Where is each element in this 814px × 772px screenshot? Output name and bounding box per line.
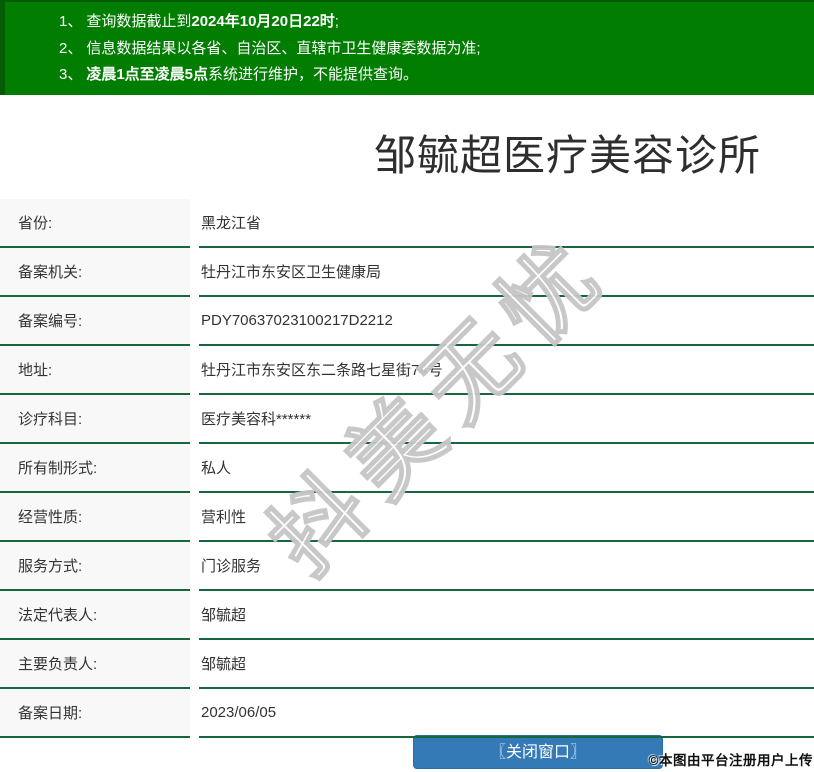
- field-label: 备案编号:: [0, 297, 190, 346]
- notice-text: 系统进行维护，不能提供查询。: [208, 66, 419, 83]
- table-row: 主要负责人: 邹毓超: [0, 640, 814, 689]
- field-label: 备案日期:: [0, 689, 190, 738]
- field-label: 地址:: [0, 346, 190, 395]
- field-label: 经营性质:: [0, 493, 190, 542]
- field-label: 主要负责人:: [0, 640, 190, 689]
- table-row: 法定代表人: 邹毓超: [0, 591, 814, 640]
- field-value: 牡丹江市东安区东二条路七星街74号: [199, 346, 814, 395]
- table-row: 所有制形式: 私人: [0, 444, 814, 493]
- notice-text: 查询数据截止到: [86, 13, 192, 30]
- field-label: 诊疗科目:: [0, 395, 190, 444]
- notice-number: 1、: [59, 13, 83, 30]
- record-table: 省份: 黑龙江省 备案机关: 牡丹江市东安区卫生健康局 备案编号: PDY706…: [0, 199, 814, 738]
- table-row: 服务方式: 门诊服务: [0, 542, 814, 591]
- field-label: 备案机关:: [0, 248, 190, 297]
- copyright-stamp: ©本图由平台注册用户上传: [648, 753, 813, 768]
- notice-text: ;: [334, 13, 339, 30]
- table-row: 备案编号: PDY70637023100217D2212: [0, 297, 814, 346]
- notice-text-bold: 凌晨1点至凌晨5点: [86, 66, 209, 83]
- notice-text: 信息数据结果以各省、自治区、直辖市卫生健康委数据为准;: [86, 39, 481, 57]
- field-value: 门诊服务: [199, 542, 814, 591]
- field-value: 私人: [199, 444, 814, 493]
- table-row: 诊疗科目: 医疗美容科******: [0, 395, 814, 444]
- notice-text-bold: 2024年10月20日22时: [191, 13, 335, 30]
- table-row: 地址: 牡丹江市东安区东二条路七星街74号: [0, 346, 814, 395]
- field-value: 邹毓超: [199, 640, 814, 689]
- notice-line: 2、 信息数据结果以各省、自治区、直辖市卫生健康委数据为准;: [59, 36, 804, 63]
- notice-number: 3、: [59, 66, 83, 83]
- table-row: 备案机关: 牡丹江市东安区卫生健康局: [0, 248, 814, 297]
- field-value: 医疗美容科******: [199, 395, 814, 444]
- notice-line: 3、 凌晨1点至凌晨5点系统进行维护，不能提供查询。: [59, 62, 804, 89]
- notice-line: 1、 查询数据截止到2024年10月20日22时;: [59, 9, 804, 36]
- field-value: 营利性: [199, 493, 814, 542]
- table-row: 省份: 黑龙江省: [0, 199, 814, 248]
- table-row: 备案日期: 2023/06/05: [0, 689, 814, 738]
- field-value: 邹毓超: [199, 591, 814, 640]
- field-label: 所有制形式:: [0, 444, 190, 493]
- field-label: 服务方式:: [0, 542, 190, 591]
- field-value: 黑龙江省: [199, 199, 814, 248]
- notice-number: 2、: [59, 39, 83, 57]
- field-value: 牡丹江市东安区卫生健康局: [199, 248, 814, 297]
- field-value: 2023/06/05: [199, 689, 814, 738]
- field-value: PDY70637023100217D2212: [199, 297, 814, 346]
- table-row: 经营性质: 营利性: [0, 493, 814, 542]
- page-title: 邹毓超医疗美容诊所: [374, 132, 762, 179]
- field-label: 法定代表人:: [0, 591, 190, 640]
- notice-banner: 1、 查询数据截止到2024年10月20日22时; 2、 信息数据结果以各省、自治区…: [0, 0, 814, 95]
- field-label: 省份:: [0, 199, 190, 248]
- close-window-button[interactable]: 〖关闭窗口〗: [413, 735, 663, 769]
